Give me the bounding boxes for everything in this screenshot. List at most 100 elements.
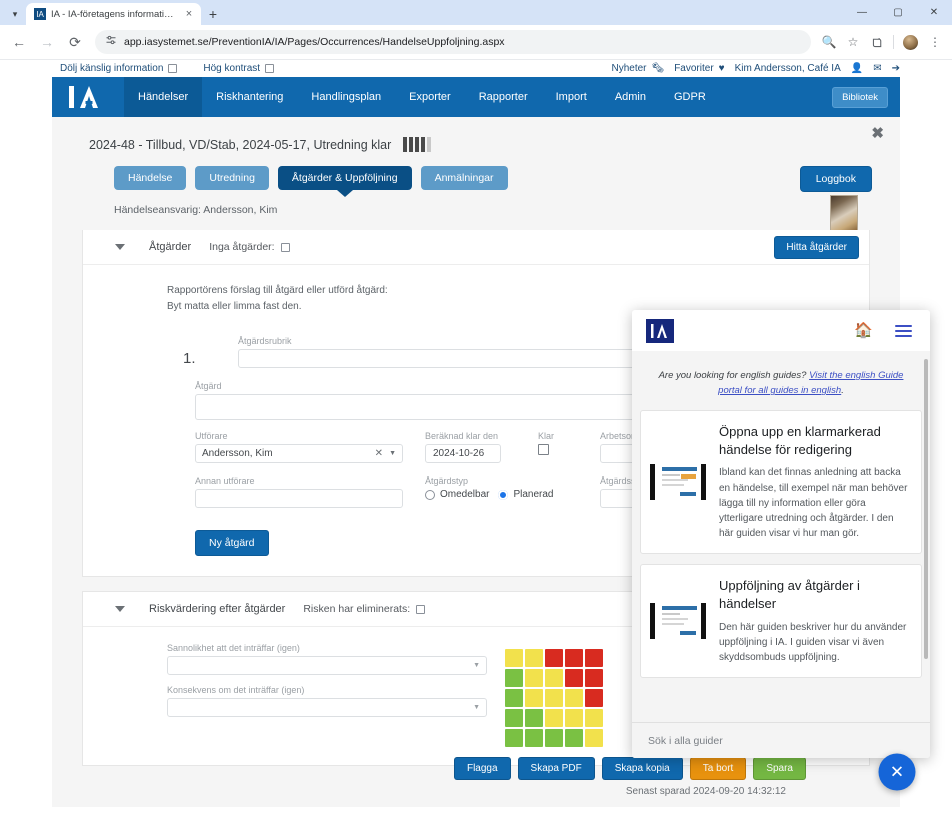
logout-icon[interactable]: ➔ (892, 63, 900, 74)
risk-matrix-cell[interactable] (525, 689, 543, 707)
risk-matrix-cell[interactable] (505, 729, 523, 747)
risk-matrix-cell[interactable] (545, 649, 563, 667)
risk-matrix-cell[interactable] (545, 709, 563, 727)
home-icon[interactable]: 🏠 (854, 323, 873, 338)
guide-card[interactable]: Uppföljning av åtgärder i händelser Den … (640, 564, 922, 679)
no-actions-toggle[interactable]: Inga åtgärder: (209, 241, 290, 253)
no-actions-checkbox[interactable] (280, 242, 290, 252)
risk-matrix-cell[interactable] (545, 689, 563, 707)
nav-item-gdpr[interactable]: GDPR (660, 77, 720, 117)
hide-sensitive-checkbox[interactable] (168, 64, 178, 73)
nav-item-rapporter[interactable]: Rapporter (465, 77, 542, 117)
risk-matrix-cell[interactable] (565, 649, 583, 667)
address-bar[interactable]: app.iasystemet.se/PreventionIA/IA/Pages/… (95, 30, 811, 54)
risk-eliminated-checkbox[interactable] (416, 604, 426, 614)
risk-matrix-cell[interactable] (505, 649, 523, 667)
consequence-select[interactable]: ▼ (167, 698, 487, 717)
back-icon[interactable]: ← (6, 29, 32, 55)
tab-search-caret-icon[interactable]: ▾ (4, 3, 26, 25)
berakand-klar-input[interactable]: 2024-10-26 (425, 444, 501, 463)
tab-handelse[interactable]: Händelse (114, 166, 187, 190)
tab-atgarder-uppfoljning[interactable]: Åtgärder & Uppföljning (277, 166, 412, 190)
high-contrast-checkbox[interactable] (265, 64, 275, 73)
risk-matrix-cell[interactable] (565, 709, 583, 727)
case-close-icon[interactable]: ✖ (871, 126, 884, 141)
bookmark-star-icon[interactable]: ☆ (842, 31, 864, 53)
new-action-button[interactable]: Ny åtgärd (195, 530, 269, 556)
avatar[interactable] (903, 34, 918, 50)
hamburger-menu-icon[interactable] (895, 324, 912, 337)
minimize-icon[interactable]: — (844, 0, 880, 25)
risk-matrix-cell[interactable] (565, 669, 583, 687)
risk-matrix-cell[interactable] (525, 649, 543, 667)
user-icon[interactable]: 👤 (851, 63, 863, 74)
find-actions-button[interactable]: Hitta åtgärder (774, 236, 859, 259)
risk-matrix-cell[interactable] (585, 649, 603, 667)
risk-matrix-cell[interactable] (585, 689, 603, 707)
risk-matrix-cell[interactable] (585, 669, 603, 687)
new-tab-button[interactable]: + (201, 3, 225, 25)
create-pdf-button[interactable]: Skapa PDF (517, 757, 595, 780)
risk-matrix-cell[interactable] (585, 729, 603, 747)
probability-select[interactable]: ▼ (167, 656, 487, 675)
tab-anmalningar[interactable]: Anmälningar (420, 166, 508, 190)
hide-sensitive-toggle[interactable]: Dölj känslig information (60, 63, 178, 74)
window-close-icon[interactable]: ✕ (916, 0, 952, 25)
create-copy-button[interactable]: Skapa kopia (601, 757, 683, 780)
risk-matrix-cell[interactable] (585, 709, 603, 727)
risk-matrix-cell[interactable] (505, 709, 523, 727)
flag-button[interactable]: Flagga (453, 757, 511, 780)
guide-scrollbar[interactable] (924, 359, 928, 659)
case-photo-thumbnail[interactable] (830, 195, 858, 231)
nav-item-handelser[interactable]: Händelser (124, 77, 203, 117)
forward-icon[interactable]: → (34, 29, 60, 55)
radio-icon[interactable] (425, 489, 435, 500)
site-settings-icon[interactable] (105, 33, 117, 51)
guide-close-fab[interactable]: ✕ (878, 753, 916, 791)
reload-icon[interactable]: ⟳ (62, 29, 88, 55)
guide-card[interactable]: Öppna upp en klarmarkerad händelse för r… (640, 410, 922, 555)
logbook-button[interactable]: Loggbok (799, 166, 872, 192)
klar-checkbox[interactable] (538, 444, 549, 455)
chevron-down-icon[interactable]: ▼ (473, 704, 480, 711)
extensions-icon[interactable] (866, 31, 888, 53)
atgardstyp-option-planerad[interactable]: Planerad (498, 489, 554, 500)
ia-logo-icon[interactable] (52, 77, 124, 117)
risk-matrix-cell[interactable] (525, 709, 543, 727)
risk-matrix-cell[interactable] (545, 669, 563, 687)
nav-item-admin[interactable]: Admin (601, 77, 660, 117)
zoom-icon[interactable]: 🔍 (818, 31, 840, 53)
close-icon[interactable]: × (182, 7, 196, 21)
risk-matrix-cell[interactable] (505, 689, 523, 707)
risk-matrix-cell[interactable] (565, 729, 583, 747)
atgardstyp-option-omedelbar[interactable]: Omedelbar (425, 489, 489, 500)
news-link[interactable]: Nyheter 🗞 (611, 63, 664, 74)
risk-matrix-cell[interactable] (525, 669, 543, 687)
risk-eliminated-toggle[interactable]: Risken har eliminerats: (303, 603, 426, 615)
browser-tab[interactable]: IA IA - IA-företagens information: × (26, 3, 201, 25)
clear-icon[interactable]: ✕ (375, 448, 383, 459)
delete-button[interactable]: Ta bort (689, 757, 747, 780)
risk-matrix[interactable] (505, 649, 603, 747)
save-button[interactable]: Spara (753, 757, 806, 780)
nav-item-exporter[interactable]: Exporter (395, 77, 465, 117)
risk-matrix-cell[interactable] (505, 669, 523, 687)
browser-menu-icon[interactable]: ⋮ (924, 31, 946, 53)
tab-utredning[interactable]: Utredning (195, 166, 269, 190)
annan-utforare-input[interactable] (195, 489, 403, 508)
high-contrast-toggle[interactable]: Hög kontrast (203, 63, 275, 74)
favorites-link[interactable]: Favoriter ♥ (674, 63, 724, 74)
risk-matrix-cell[interactable] (525, 729, 543, 747)
library-button[interactable]: Bibliotek (832, 86, 888, 108)
maximize-icon[interactable]: ▢ (880, 0, 916, 25)
radio-selected-icon[interactable] (498, 489, 509, 500)
guide-search-input[interactable]: Sök i alla guider (632, 722, 930, 758)
mail-icon[interactable]: ✉ (873, 63, 881, 74)
utforare-select[interactable]: Andersson, Kim ✕ ▼ (195, 444, 403, 463)
risk-matrix-cell[interactable] (565, 689, 583, 707)
nav-item-import[interactable]: Import (542, 77, 601, 117)
chevron-down-icon[interactable] (115, 606, 125, 612)
nav-item-riskhantering[interactable]: Riskhantering (202, 77, 297, 117)
user-info[interactable]: Kim Andersson, Café IA (735, 63, 841, 74)
nav-item-handlingsplan[interactable]: Handlingsplan (297, 77, 395, 117)
